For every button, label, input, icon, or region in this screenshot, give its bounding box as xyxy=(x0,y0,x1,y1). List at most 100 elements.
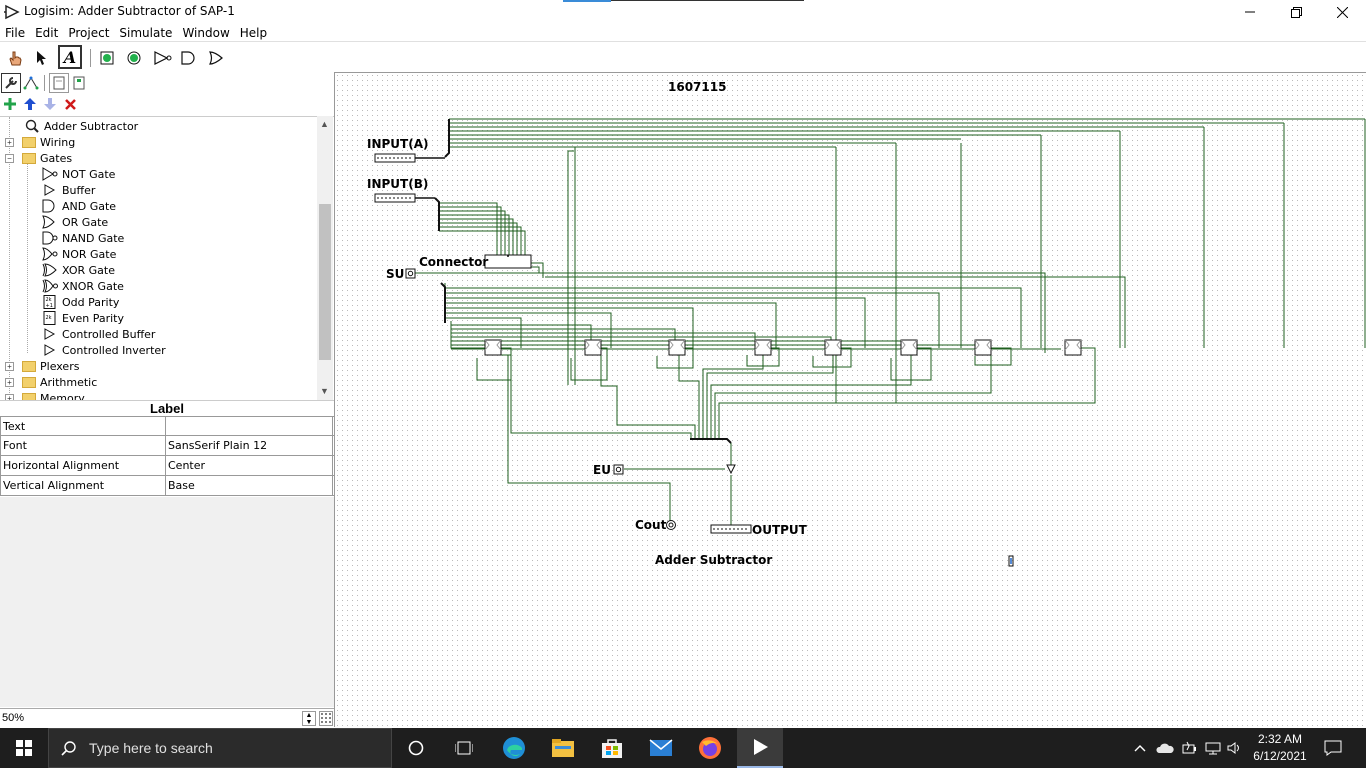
input-b-label[interactable]: INPUT(B) xyxy=(367,177,428,191)
taskbar-search-box[interactable]: Type here to search xyxy=(48,728,392,768)
properties-title: Label xyxy=(0,400,334,416)
or-gate-icon xyxy=(209,51,223,65)
system-clock[interactable]: 2:32 AM 6/12/2021 xyxy=(1248,731,1312,765)
input-b-pins[interactable] xyxy=(374,193,435,203)
tree-item-label: Odd Parity xyxy=(62,295,120,309)
tree-item-not-gate[interactable]: NOT Gate xyxy=(42,166,115,182)
property-value-halign[interactable]: Center xyxy=(166,456,333,475)
scroll-down-icon[interactable]: ▼ xyxy=(320,386,329,396)
tree-item-nor-gate[interactable]: NOR Gate xyxy=(42,246,116,262)
input-a-pins[interactable] xyxy=(374,153,445,163)
or-gate-button[interactable] xyxy=(205,47,227,69)
controlled-buffer-component[interactable] xyxy=(726,464,736,475)
su-label[interactable]: SU xyxy=(386,267,404,281)
tree-item-and-gate[interactable]: AND Gate xyxy=(42,198,116,214)
zoom-value[interactable]: 50% xyxy=(2,712,24,724)
circuit-canvas[interactable]: 1607115 INPUT(A) INPUT(B) Connector SU E… xyxy=(334,72,1366,727)
tree-item-adder-subtractor[interactable]: Adder Subtractor xyxy=(24,118,138,134)
connector-label[interactable]: Connector xyxy=(419,255,488,269)
tree-item-nand-gate[interactable]: NAND Gate xyxy=(42,230,124,246)
tree-item-memory[interactable]: Memory xyxy=(22,390,85,400)
menu-edit[interactable]: Edit xyxy=(30,24,63,41)
output-label[interactable]: OUTPUT xyxy=(752,523,807,537)
tree-item-odd-parity[interactable]: 2k +1 Odd Parity xyxy=(42,294,119,310)
menu-window[interactable]: Window xyxy=(177,24,234,41)
tree-item-controlled-buffer[interactable]: Controlled Buffer xyxy=(42,326,155,342)
tree-item-arithmetic[interactable]: Arithmetic xyxy=(22,374,97,390)
property-value-valign[interactable]: Base xyxy=(166,476,333,495)
expand-plexers-toggle[interactable]: + xyxy=(5,362,14,371)
task-view-button[interactable] xyxy=(442,728,486,768)
output-pin-button[interactable] xyxy=(123,47,145,69)
tree-item-label: Adder Subtractor xyxy=(44,119,139,133)
appearance-view-button[interactable] xyxy=(69,73,89,93)
minimize-button[interactable] xyxy=(1227,0,1273,24)
tree-item-even-parity[interactable]: 2k Even Parity xyxy=(42,310,124,326)
move-up-button[interactable] xyxy=(22,96,38,112)
cout-pin[interactable] xyxy=(666,520,676,530)
cout-label[interactable]: Cout xyxy=(635,518,666,532)
firefox-app[interactable] xyxy=(688,728,732,768)
expand-wiring-toggle[interactable]: + xyxy=(5,138,14,147)
tree-item-wiring[interactable]: Wiring xyxy=(22,134,75,150)
tree-item-or-gate[interactable]: OR Gate xyxy=(42,214,108,230)
not-gate-button[interactable] xyxy=(152,47,174,69)
student-id-label[interactable]: 1607115 xyxy=(668,80,726,94)
grid-toggle-icon[interactable] xyxy=(319,711,333,726)
collapse-gates-toggle[interactable]: − xyxy=(5,154,14,163)
su-pin[interactable] xyxy=(405,268,416,279)
property-value-font[interactable]: SansSerif Plain 12 xyxy=(166,436,333,455)
eu-pin[interactable] xyxy=(613,464,624,475)
explorer-scrollbar[interactable]: ▲ ▼ xyxy=(317,116,333,400)
connector-component[interactable] xyxy=(484,254,532,269)
select-tool-button[interactable] xyxy=(30,47,52,69)
output-pins[interactable] xyxy=(710,524,752,534)
close-button[interactable] xyxy=(1319,0,1365,24)
battery-tray[interactable] xyxy=(1178,728,1200,768)
eu-label[interactable]: EU xyxy=(593,463,611,477)
tree-item-buffer[interactable]: Buffer xyxy=(42,182,95,198)
add-circuit-button[interactable] xyxy=(2,96,18,112)
scrollbar-thumb[interactable] xyxy=(319,204,331,360)
delete-circuit-button[interactable] xyxy=(62,96,78,112)
store-app[interactable] xyxy=(590,728,634,768)
property-key: Vertical Alignment xyxy=(0,476,166,495)
file-explorer-app[interactable] xyxy=(541,728,585,768)
and-gate-button[interactable] xyxy=(177,47,199,69)
input-a-label[interactable]: INPUT(A) xyxy=(367,137,429,151)
tree-item-xor-gate[interactable]: XOR Gate xyxy=(42,262,115,278)
menu-help[interactable]: Help xyxy=(235,24,272,41)
tree-item-gates[interactable]: Gates xyxy=(22,150,72,166)
mail-app[interactable] xyxy=(639,728,683,768)
onedrive-tray[interactable] xyxy=(1154,728,1176,768)
move-down-button[interactable] xyxy=(42,96,58,112)
volume-tray[interactable] xyxy=(1224,728,1246,768)
input-pin-button[interactable] xyxy=(96,47,118,69)
circuit-name-label[interactable]: Adder Subtractor xyxy=(655,553,772,567)
tree-item-plexers[interactable]: Plexers xyxy=(22,358,79,374)
logisim-app[interactable] xyxy=(737,728,783,768)
action-center-button[interactable] xyxy=(1318,728,1348,768)
tree-item-xnor-gate[interactable]: XNOR Gate xyxy=(42,278,124,294)
network-tray[interactable] xyxy=(1202,728,1224,768)
layout-view-button[interactable] xyxy=(49,73,69,93)
menu-simulate[interactable]: Simulate xyxy=(114,24,177,41)
start-button[interactable] xyxy=(0,728,48,768)
zoom-spinner[interactable]: ▲ ▼ xyxy=(302,711,316,726)
scroll-up-icon[interactable]: ▲ xyxy=(320,119,329,129)
text-tool-button[interactable]: A xyxy=(58,45,82,69)
edge-icon xyxy=(503,737,525,759)
maximize-button[interactable] xyxy=(1273,0,1319,24)
expand-arithmetic-toggle[interactable]: + xyxy=(5,378,14,387)
menu-file[interactable]: File xyxy=(0,24,30,41)
cortana-button[interactable] xyxy=(394,728,438,768)
tray-overflow-button[interactable] xyxy=(1130,728,1150,768)
poke-tool-button[interactable] xyxy=(4,47,26,69)
controlled-inverter-icon xyxy=(44,344,56,356)
toolbox-view-button[interactable] xyxy=(1,73,21,93)
simulation-view-button[interactable] xyxy=(21,73,41,93)
edge-app[interactable] xyxy=(492,728,536,768)
property-value-text[interactable] xyxy=(166,417,333,435)
menu-project[interactable]: Project xyxy=(63,24,114,41)
tree-item-controlled-inverter[interactable]: Controlled Inverter xyxy=(42,342,166,358)
